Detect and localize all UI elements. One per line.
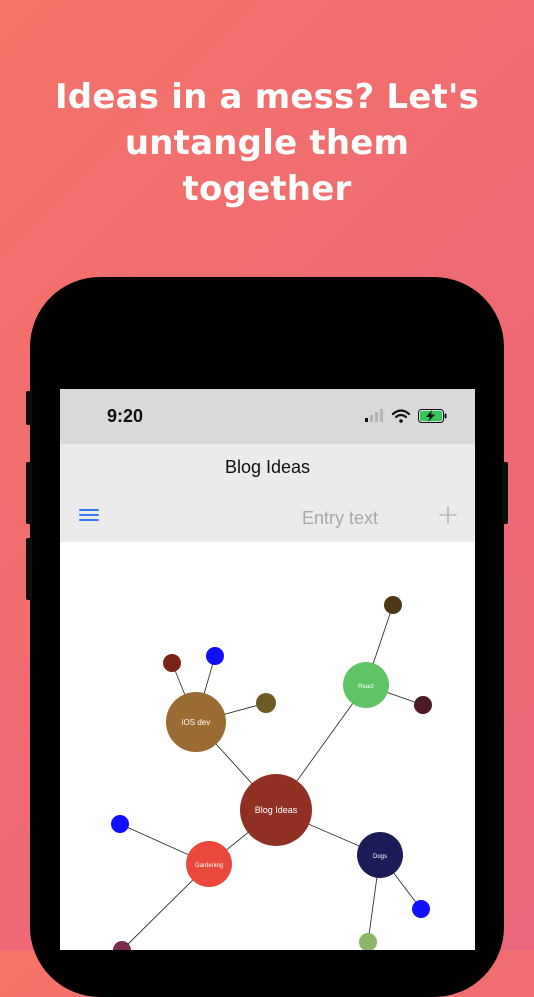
hamburger-icon[interactable] [79, 509, 99, 523]
mindmap-node-ios[interactable]: iOS dev [166, 692, 226, 752]
mindmap-node-garden-a[interactable] [111, 815, 129, 833]
phone-side-button [26, 538, 32, 600]
phone-side-button [502, 462, 508, 524]
battery-charging-icon [418, 409, 447, 423]
phone-side-button [26, 391, 32, 425]
mindmap-node-dogs-b[interactable] [359, 933, 377, 950]
mindmap-node-dogs-a[interactable] [412, 900, 430, 918]
signal-icon [365, 409, 383, 422]
mindmap-node-ios-a[interactable] [163, 654, 181, 672]
plus-icon[interactable] [439, 506, 457, 524]
mindmap-node-label: Gardening [195, 863, 223, 869]
mindmap-node-garden-b[interactable] [113, 941, 131, 950]
status-bar: 9:20 [60, 389, 475, 444]
mindmap-node-ios-c[interactable] [256, 693, 276, 713]
mindmap-node-ios-b[interactable] [206, 647, 224, 665]
mindmap-node-label: Dogs [373, 854, 387, 860]
mindmap-node-react-b[interactable] [414, 696, 432, 714]
mindmap-node-label: React [358, 684, 374, 690]
entry-text-input[interactable] [300, 506, 432, 530]
mindmap-node-label: iOS dev [182, 718, 210, 727]
page-title: Blog Ideas [224, 457, 311, 477]
mindmap-node-gardening[interactable]: Gardening [186, 841, 232, 887]
mindmap-canvas[interactable]: Blog Ideas iOS dev React Dogs Gardening [60, 542, 475, 950]
phone-side-button [26, 462, 32, 524]
mindmap-node-react[interactable]: React [343, 662, 389, 708]
mindmap-node-root[interactable]: Blog Ideas [240, 774, 312, 846]
mindmap-node-label: Blog Ideas [255, 805, 298, 815]
mindmap-node-dogs[interactable]: Dogs [357, 832, 403, 878]
headline: Ideas in a mess? Let's untangle them tog… [54, 77, 480, 209]
wifi-icon [391, 409, 411, 423]
status-icons [365, 409, 447, 423]
app-screen: 9:20 Blog Ideas Entry text Blog Ideas iO… [60, 389, 475, 950]
mindmap-node-react-a[interactable] [384, 596, 402, 614]
status-time: 9:20 [107, 406, 144, 426]
